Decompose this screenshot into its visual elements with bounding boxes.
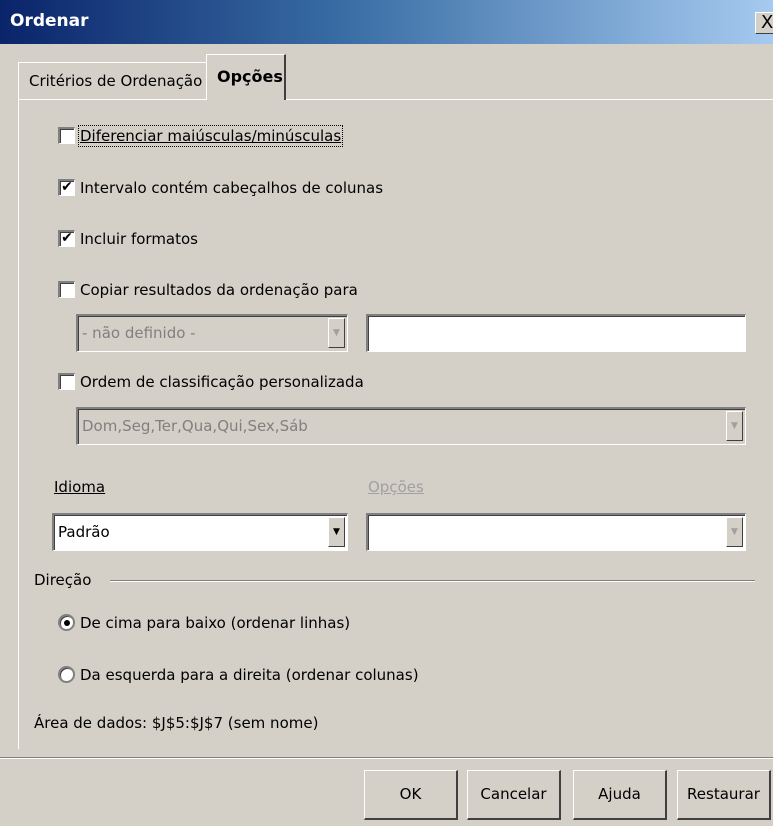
copy-results-checkbox[interactable]: [58, 281, 75, 298]
language-options-label: Opções: [368, 478, 424, 496]
footer-divider: [0, 757, 773, 759]
checkmark-icon: ✔: [61, 230, 73, 246]
direction-group-label: Direção: [34, 571, 92, 589]
close-icon: X: [761, 12, 773, 33]
cancel-button-label: Cancelar: [480, 785, 547, 803]
ok-button[interactable]: OK: [364, 770, 458, 820]
direction-group-divider: [110, 580, 755, 582]
window-title: Ordenar: [10, 11, 89, 31]
help-button[interactable]: Ajuda: [573, 770, 667, 820]
copy-target-input[interactable]: [366, 314, 746, 352]
top-to-bottom-label[interactable]: De cima para baixo (ordenar linhas): [80, 614, 350, 632]
copy-results-label[interactable]: Copiar resultados da ordenação para: [80, 281, 358, 299]
custom-order-select-value: Dom,Seg,Ter,Qua,Qui,Sex,Sáb: [82, 417, 308, 435]
data-area-text: Área de dados: $J$5:$J$7 (sem nome): [34, 714, 319, 732]
top-to-bottom-radio[interactable]: [58, 614, 75, 631]
has-headers-checkbox[interactable]: ✔: [58, 179, 75, 196]
custom-order-checkbox[interactable]: [58, 373, 75, 390]
language-options-select[interactable]: ▼: [366, 513, 746, 551]
cancel-button[interactable]: Cancelar: [467, 770, 561, 820]
chevron-down-icon[interactable]: ▼: [726, 517, 743, 547]
custom-order-select[interactable]: Dom,Seg,Ter,Qua,Qui,Sex,Sáb ▼: [76, 407, 746, 445]
help-button-label: Ajuda: [598, 785, 641, 803]
left-to-right-label[interactable]: Da esquerda para a direita (ordenar colu…: [80, 666, 419, 684]
chevron-down-icon[interactable]: ▼: [328, 318, 345, 348]
tab-options-label: Opções: [217, 67, 283, 86]
close-button[interactable]: X: [755, 12, 773, 34]
copy-target-select[interactable]: - não definido - ▼: [76, 314, 348, 352]
include-formats-label[interactable]: Incluir formatos: [80, 230, 198, 248]
language-label: Idioma: [54, 478, 106, 496]
sort-dialog: Ordenar X Critérios de Ordenação Opções …: [0, 0, 773, 826]
reset-button-label: Restaurar: [687, 785, 760, 803]
chevron-down-icon[interactable]: ▼: [328, 517, 345, 547]
chevron-down-icon[interactable]: ▼: [726, 411, 743, 441]
tab-sort-criteria-label: Critérios de Ordenação: [29, 72, 203, 90]
tab-sort-criteria[interactable]: Critérios de Ordenação: [18, 62, 208, 100]
copy-target-select-value: - não definido -: [82, 324, 196, 342]
ok-button-label: OK: [399, 785, 422, 803]
radio-selected-icon: [64, 620, 70, 626]
title-bar[interactable]: Ordenar: [0, 0, 773, 44]
checkmark-icon: ✔: [61, 179, 73, 195]
language-select[interactable]: Padrão ▼: [52, 513, 348, 551]
language-select-value: Padrão: [58, 523, 110, 541]
custom-order-label[interactable]: Ordem de classificação personalizada: [80, 373, 364, 391]
include-formats-checkbox[interactable]: ✔: [58, 230, 75, 247]
case-sensitive-checkbox[interactable]: [58, 127, 75, 144]
tab-options[interactable]: Opções: [206, 54, 286, 100]
case-sensitive-label[interactable]: Diferenciar maiúsculas/minúsculas: [77, 125, 344, 147]
left-to-right-radio[interactable]: [58, 666, 75, 683]
has-headers-label[interactable]: Intervalo contém cabeçalhos de colunas: [80, 179, 383, 197]
reset-button[interactable]: Restaurar: [677, 770, 771, 820]
